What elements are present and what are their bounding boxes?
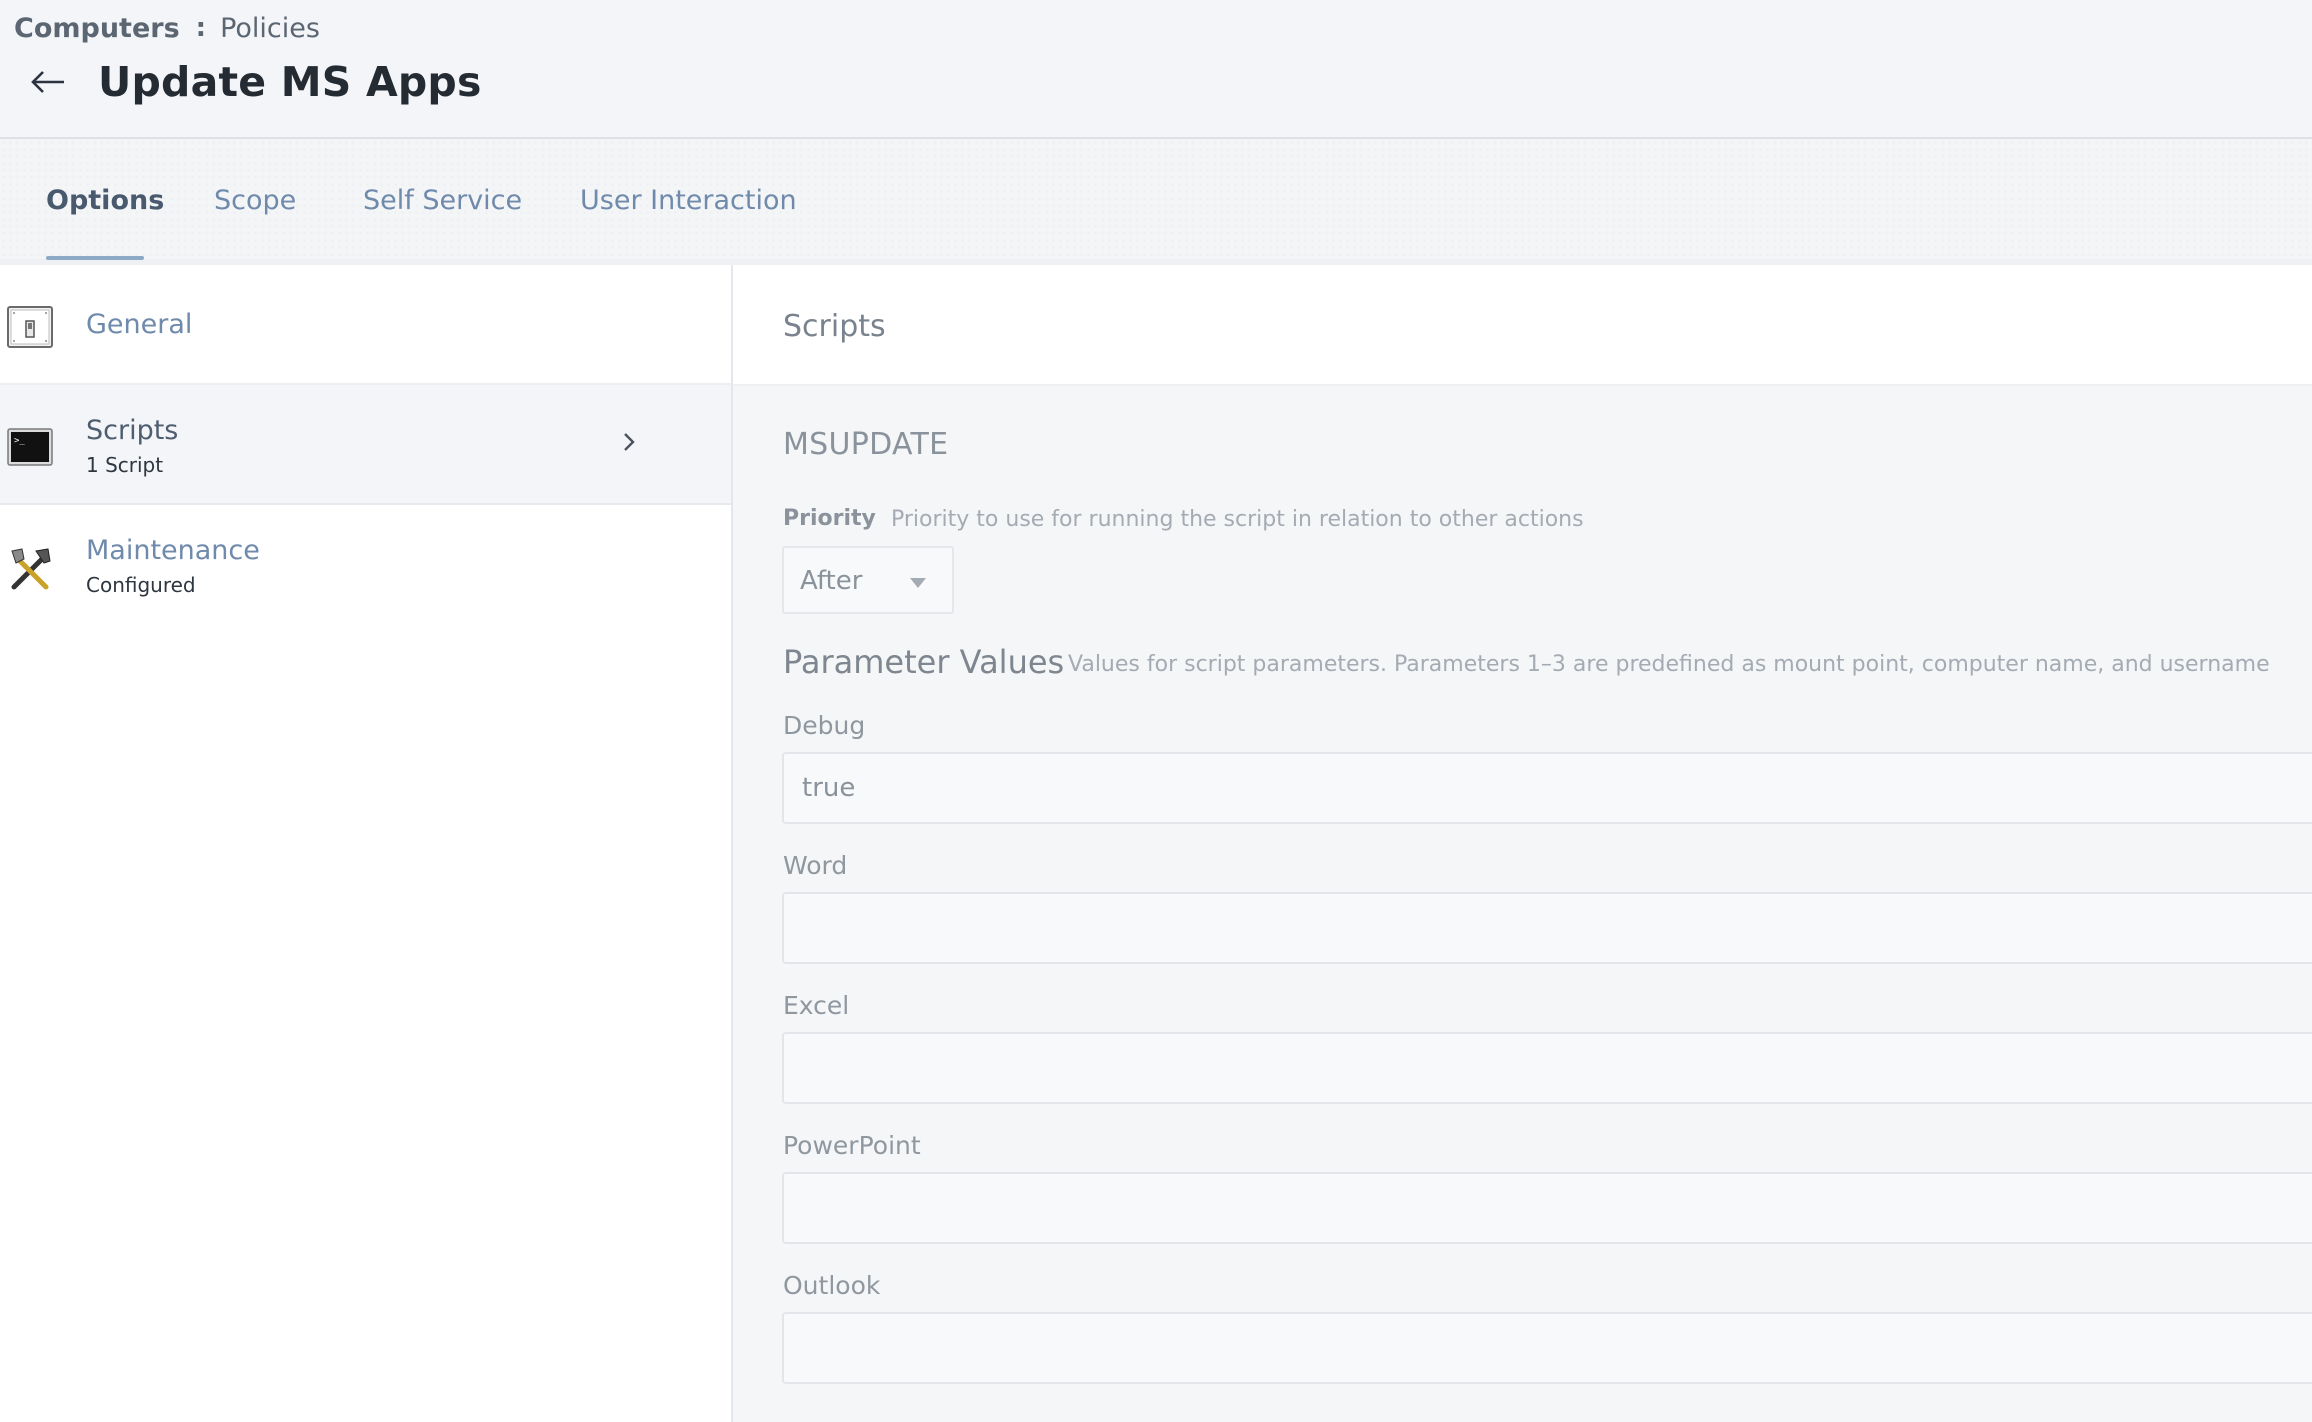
page-header: Computers : Policies Update MS Apps (0, 0, 2312, 139)
breadcrumb: Computers : Policies (14, 10, 320, 46)
tab-self-service[interactable]: Self Service (363, 139, 522, 261)
tools-icon (11, 548, 51, 590)
scripts-panel: Scripts MSUPDATE Priority Priority to us… (733, 265, 2312, 1422)
priority-label: Priority (783, 506, 876, 531)
tab-user-interaction[interactable]: User Interaction (580, 139, 797, 261)
word-field[interactable] (782, 892, 2312, 964)
outlook-label: Outlook (783, 1271, 881, 1300)
sidebar-item-label: General (86, 309, 193, 340)
svg-text:>_: >_ (14, 436, 25, 446)
priority-description: Priority to use for running the script i… (891, 507, 1584, 532)
section-header: Scripts (733, 265, 2312, 386)
excel-field[interactable] (782, 1032, 2312, 1104)
sidebar-item-sublabel: 1 Script (86, 453, 164, 477)
word-label: Word (783, 851, 848, 880)
sidebar-item-general[interactable]: General (0, 265, 731, 385)
breadcrumb-computers[interactable]: Computers (14, 13, 180, 44)
terminal-icon: >_ (7, 428, 53, 466)
caret-down-icon (910, 578, 926, 588)
sidebar-item-scripts[interactable]: >_ Scripts 1 Script (0, 385, 731, 505)
sidebar-item-label: Maintenance (86, 535, 260, 566)
options-sidebar: General >_ Scripts 1 Script Maintenance … (0, 265, 733, 1422)
page-title: Update MS Apps (98, 58, 482, 106)
chevron-right-icon (624, 433, 635, 451)
priority-select[interactable]: After (782, 546, 954, 614)
debug-label: Debug (783, 711, 866, 740)
outlook-field[interactable] (782, 1312, 2312, 1384)
tab-bar: Options Scope Self Service User Interact… (0, 139, 2312, 265)
back-button[interactable] (26, 60, 70, 104)
section-title: Scripts (783, 309, 886, 344)
priority-select-value: After (800, 566, 863, 596)
breadcrumb-separator: : (195, 13, 207, 43)
tab-options[interactable]: Options (46, 139, 164, 261)
sidebar-item-sublabel: Configured (86, 573, 196, 597)
parameter-values-description: Values for script parameters. Parameters… (1068, 652, 2270, 677)
powerpoint-label: PowerPoint (783, 1131, 921, 1160)
excel-label: Excel (783, 991, 850, 1020)
sidebar-item-label: Scripts (86, 415, 179, 446)
arrow-left-icon (31, 71, 64, 93)
debug-field[interactable]: true (782, 752, 2312, 824)
powerpoint-field[interactable] (782, 1172, 2312, 1244)
tab-scope[interactable]: Scope (214, 139, 296, 261)
active-tab-indicator (46, 256, 144, 260)
sidebar-item-maintenance[interactable]: Maintenance Configured (0, 505, 731, 625)
switch-icon (7, 306, 53, 348)
script-name: MSUPDATE (783, 427, 949, 462)
breadcrumb-policies[interactable]: Policies (220, 13, 320, 44)
parameter-values-title: Parameter Values (783, 643, 1065, 681)
